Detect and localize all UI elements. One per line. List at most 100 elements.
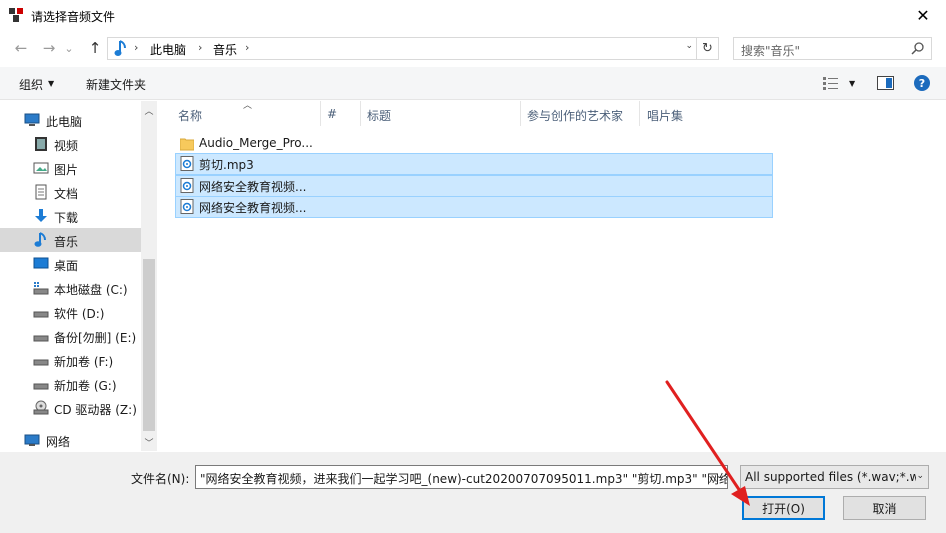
video-folder-icon xyxy=(35,137,47,151)
refresh-button[interactable]: ↻ xyxy=(697,37,719,60)
column-header-number[interactable]: # xyxy=(320,101,360,126)
sidebar-item-label: 音乐 xyxy=(54,235,79,249)
search-placeholder: 搜索"音乐" xyxy=(741,44,801,58)
new-folder-button[interactable]: 新建文件夹 xyxy=(86,76,146,93)
file-name: 剪切.mp3 xyxy=(199,158,254,172)
cancel-button[interactable]: 取消 xyxy=(843,496,926,520)
sidebar-item-label: 本地磁盘 (C:) xyxy=(54,283,128,297)
file-name: Audio_Merge_Pro... xyxy=(199,136,313,150)
search-icon xyxy=(911,42,924,55)
music-note-icon xyxy=(114,40,126,56)
sidebar-item-label: 视频 xyxy=(54,139,79,153)
back-button[interactable]: ← xyxy=(10,38,32,58)
column-header-artists[interactable]: 参与创作的艺术家 xyxy=(520,101,640,126)
sidebar-item-label: 新加卷 (F:) xyxy=(54,355,114,369)
drive-icon xyxy=(33,383,49,390)
sidebar-item-this-pc[interactable]: 此电脑 xyxy=(0,108,141,132)
file-row[interactable]: Audio_Merge_Pro... xyxy=(175,133,773,155)
sidebar-item-drive-d[interactable]: 软件 (D:) xyxy=(0,300,141,324)
sidebar-item-downloads[interactable]: 下载 xyxy=(0,204,141,228)
file-row[interactable]: 网络安全教育视频... xyxy=(175,175,773,197)
scroll-down-icon[interactable]: ﹀ xyxy=(141,436,157,449)
column-header-label: 标题 xyxy=(367,109,392,123)
audio-file-icon xyxy=(180,178,194,193)
drive-icon xyxy=(33,311,49,318)
file-name: 网络安全教育视频... xyxy=(199,201,307,215)
sidebar-item-music[interactable]: 音乐 xyxy=(0,228,141,252)
up-button[interactable]: ↑ xyxy=(84,38,106,58)
column-header-name[interactable]: ︿ 名称 xyxy=(160,101,320,126)
sidebar-item-desktop[interactable]: 桌面 xyxy=(0,252,141,276)
column-header-label: 唱片集 xyxy=(647,109,684,123)
forward-arrow-icon: → xyxy=(42,39,56,57)
refresh-icon: ↻ xyxy=(702,41,713,56)
view-dropdown-icon[interactable]: ▼ xyxy=(849,79,855,88)
column-header-album[interactable]: 唱片集 xyxy=(640,101,770,126)
close-button[interactable]: ✕ xyxy=(900,0,946,31)
address-bar[interactable]: › 此电脑 › 音乐 › ⌄ xyxy=(107,37,697,60)
audio-file-icon xyxy=(180,199,194,214)
file-row[interactable]: 剪切.mp3 xyxy=(175,153,773,175)
open-button[interactable]: 打开(O) xyxy=(742,496,825,520)
sidebar-item-label: 软件 (D:) xyxy=(54,307,105,321)
sidebar-item-videos[interactable]: 视频 xyxy=(0,132,141,156)
folder-icon xyxy=(180,138,194,151)
system-drive-icon xyxy=(33,282,49,295)
help-icon[interactable]: ? xyxy=(914,75,930,91)
document-folder-icon xyxy=(35,184,47,200)
breadcrumb-music[interactable]: 音乐 xyxy=(213,41,237,58)
sidebar-item-drive-f[interactable]: 新加卷 (F:) xyxy=(0,348,141,372)
organize-dropdown-icon: ▼ xyxy=(48,79,55,88)
breadcrumb-separator: › xyxy=(198,41,203,54)
sidebar-item-network[interactable]: 网络 xyxy=(0,428,141,452)
column-header-label: 名称 xyxy=(178,109,203,123)
sidebar-item-label: 图片 xyxy=(54,163,79,177)
sidebar-scrollbar[interactable]: ︿ ﹀ xyxy=(141,101,157,451)
file-type-select[interactable]: All supported files (*.wav;*.w ⌄ xyxy=(740,465,929,489)
sidebar-item-cd-drive[interactable]: CD 驱动器 (Z:) xyxy=(0,396,141,420)
chevron-down-icon[interactable]: ⌄ xyxy=(715,471,723,481)
recent-locations-button[interactable]: ⌄ xyxy=(62,38,76,58)
sidebar-item-drive-c[interactable]: 本地磁盘 (C:) xyxy=(0,276,141,300)
sidebar-item-drive-e[interactable]: 备份[勿删] (E:) xyxy=(0,324,141,348)
sidebar-item-documents[interactable]: 文档 xyxy=(0,180,141,204)
breadcrumb-separator: › xyxy=(245,41,250,54)
close-icon: ✕ xyxy=(916,6,930,25)
file-name: 网络安全教育视频... xyxy=(199,180,307,194)
chevron-down-icon[interactable]: ⌄ xyxy=(916,471,924,481)
title-bar: 请选择音频文件 ✕ xyxy=(0,0,946,31)
address-dropdown-icon[interactable]: ⌄ xyxy=(685,41,693,51)
sidebar-item-label: CD 驱动器 (Z:) xyxy=(54,403,137,417)
network-icon xyxy=(24,434,40,446)
back-arrow-icon: ← xyxy=(14,39,28,57)
drive-icon xyxy=(33,335,49,342)
up-arrow-icon: ↑ xyxy=(88,39,102,57)
view-options-icon[interactable] xyxy=(823,77,839,90)
picture-folder-icon xyxy=(33,162,49,174)
file-row[interactable]: 网络安全教育视频... xyxy=(175,196,773,218)
filename-field[interactable]: "网络安全教育视频，进来我们一起学习吧_(new)-cut20200707095… xyxy=(195,465,728,489)
sidebar-item-drive-g[interactable]: 新加卷 (G:) xyxy=(0,372,141,396)
file-type-value: All supported files (*.wav;*.w xyxy=(745,470,920,484)
audio-file-icon xyxy=(180,156,194,171)
sidebar-item-label: 此电脑 xyxy=(46,115,83,129)
navigation-pane: 此电脑 视频 图片 文档 下载 音乐 桌面 本地磁盘 (C:) 软件 (D:) … xyxy=(0,101,141,451)
column-header-title[interactable]: 标题 xyxy=(360,101,520,126)
organize-button[interactable]: 组织 xyxy=(19,76,43,93)
desktop-icon xyxy=(33,257,49,269)
breadcrumb-this-pc[interactable]: 此电脑 xyxy=(150,41,186,58)
breadcrumb-separator: › xyxy=(134,41,139,54)
scrollbar-thumb[interactable] xyxy=(143,259,155,431)
sidebar-item-label: 桌面 xyxy=(54,259,79,273)
preview-pane-icon[interactable] xyxy=(877,76,894,90)
app-icon xyxy=(9,8,23,22)
toolbar: 组织 ▼ 新建文件夹 ▼ ? xyxy=(0,67,946,100)
scroll-up-icon[interactable]: ︿ xyxy=(141,104,157,117)
sort-ascending-icon: ︿ xyxy=(243,101,253,111)
search-input[interactable]: 搜索"音乐" xyxy=(733,37,932,60)
chevron-down-icon: ⌄ xyxy=(64,41,74,55)
forward-button[interactable]: → xyxy=(38,38,60,58)
column-header-label: 参与创作的艺术家 xyxy=(527,109,624,123)
sidebar-item-label: 下载 xyxy=(54,211,79,225)
sidebar-item-pictures[interactable]: 图片 xyxy=(0,156,141,180)
